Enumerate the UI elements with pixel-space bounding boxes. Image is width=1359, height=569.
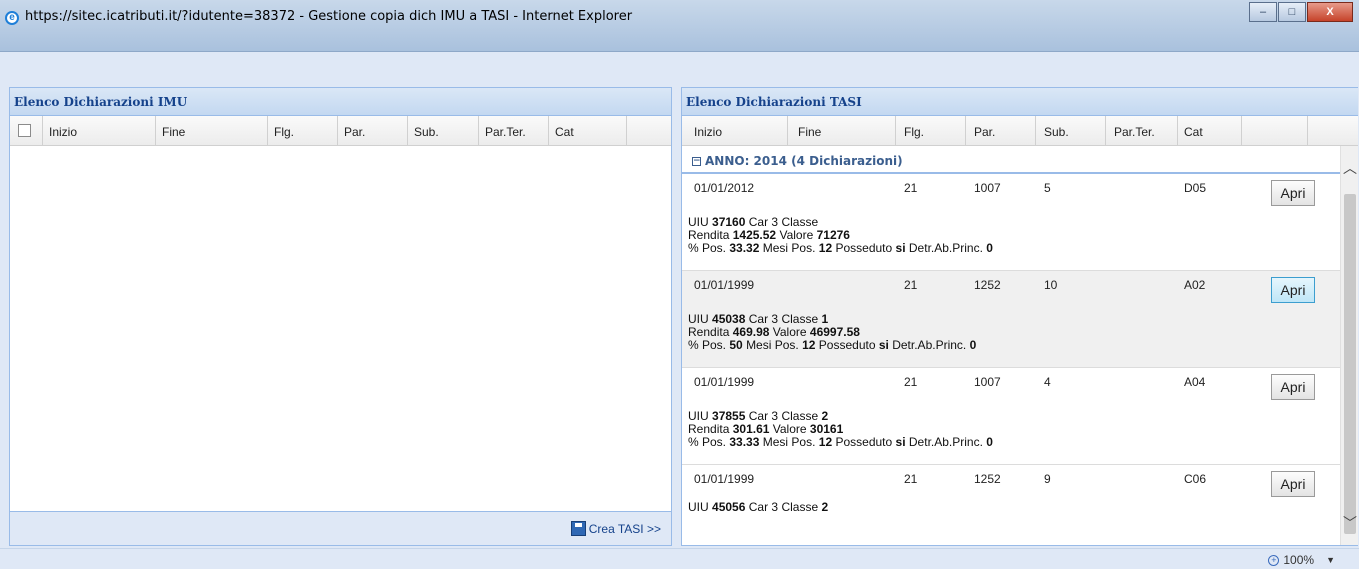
- cell-inizio: 01/01/1999: [694, 472, 755, 486]
- close-button[interactable]: X: [1307, 2, 1353, 22]
- cell-cat: A02: [1184, 278, 1206, 292]
- detail-line-3: % Pos. 33.32 Mesi Pos. 12 Posseduto si D…: [688, 241, 993, 255]
- tasi-column-headers: Inizio Fine Flg. Par. Sub. Par.Ter. Cat: [682, 116, 1358, 146]
- imu-panel: Elenco Dichiarazioni IMU Inizio Fine Flg…: [9, 87, 672, 546]
- tasi-col-fine[interactable]: Fine: [788, 116, 896, 146]
- vertical-scrollbar[interactable]: ︿ ﹀: [1340, 146, 1358, 545]
- cell-flg: 21: [904, 375, 918, 389]
- zoom-control[interactable]: + 100% ▼: [1268, 553, 1335, 567]
- cell-flg: 21: [904, 278, 918, 292]
- status-bar: + 100% ▼: [0, 548, 1359, 569]
- imu-col-sub[interactable]: Sub.: [408, 116, 479, 146]
- tasi-panel: Elenco Dichiarazioni TASI Inizio Fine Fl…: [681, 87, 1358, 546]
- zoom-level: 100%: [1283, 553, 1315, 567]
- cell-sub: 10: [1044, 278, 1058, 292]
- cell-cat: C06: [1184, 472, 1207, 486]
- group-label: ANNO: 2014 (4 Dichiarazioni): [705, 154, 903, 168]
- record-details: UIU 45038 Car 3 Classe 1 Rendita 469.98 …: [688, 313, 976, 352]
- internet-explorer-icon: e: [5, 11, 19, 25]
- cell-inizio: 01/01/1999: [694, 375, 755, 389]
- cell-fine: [788, 174, 896, 204]
- imu-panel-footer: Crea TASI >>: [10, 511, 671, 545]
- record-details: UIU 37855 Car 3 Classe 2 Rendita 301.61 …: [688, 410, 993, 449]
- imu-grid-body: [10, 146, 671, 511]
- apri-button[interactable]: Apri: [1271, 374, 1315, 400]
- zoom-icon: +: [1268, 554, 1280, 566]
- tasi-col-parter[interactable]: Par.Ter.: [1106, 116, 1178, 146]
- chevron-down-icon[interactable]: ▼: [1326, 555, 1335, 565]
- window-title: https://sitec.icatributi.it/?idutente=38…: [25, 9, 633, 24]
- minimize-button[interactable]: –: [1249, 2, 1277, 22]
- detail-line-3: % Pos. 50 Mesi Pos. 12 Posseduto si Detr…: [688, 338, 977, 352]
- select-all-checkbox[interactable]: [18, 124, 31, 137]
- tasi-col-spacer: [1308, 116, 1358, 146]
- tasi-col-par[interactable]: Par.: [966, 116, 1036, 146]
- window-titlebar: e https://sitec.icatributi.it/?idutente=…: [0, 0, 1359, 52]
- imu-col-inizio[interactable]: Inizio: [43, 116, 156, 146]
- imu-panel-title: Elenco Dichiarazioni IMU: [10, 88, 671, 116]
- cell-fine: [788, 368, 896, 398]
- apri-button[interactable]: Apri: [1271, 277, 1315, 303]
- detail-line-1: UIU 45056 Car 3 Classe 2: [688, 500, 829, 514]
- cell-parter: [1106, 174, 1178, 204]
- imu-col-fine[interactable]: Fine: [156, 116, 268, 146]
- tasi-record[interactable]: 01/01/1999 21 1252 9 C06 Apri UIU 45056 …: [682, 465, 1358, 545]
- imu-column-headers: Inizio Fine Flg. Par. Sub. Par.Ter. Cat: [10, 116, 671, 146]
- tasi-col-sub[interactable]: Sub.: [1036, 116, 1106, 146]
- cell-par: 1007: [974, 181, 1001, 195]
- tasi-panel-title: Elenco Dichiarazioni TASI: [682, 88, 1358, 116]
- scroll-thumb[interactable]: [1344, 194, 1356, 534]
- cell-fine: [788, 271, 896, 301]
- imu-col-par[interactable]: Par.: [338, 116, 408, 146]
- window-controls: – □ X: [1248, 2, 1353, 22]
- scroll-up-icon[interactable]: ︿: [1343, 158, 1357, 178]
- group-header[interactable]: − ANNO: 2014 (4 Dichiarazioni): [682, 146, 1358, 174]
- cell-parter: [1106, 465, 1178, 495]
- collapse-icon[interactable]: −: [692, 157, 701, 166]
- tasi-record-row: 01/01/1999 21 1007 4 A04: [682, 368, 1242, 398]
- detail-line-3: % Pos. 33.33 Mesi Pos. 12 Posseduto si D…: [688, 435, 993, 449]
- scroll-down-icon[interactable]: ﹀: [1343, 513, 1357, 533]
- cell-sub: 9: [1044, 472, 1051, 486]
- apri-button[interactable]: Apri: [1271, 471, 1315, 497]
- cell-flg: 21: [904, 181, 918, 195]
- tasi-col-inizio[interactable]: Inizio: [682, 116, 788, 146]
- cell-par: 1252: [974, 472, 1001, 486]
- cell-fine: [788, 465, 896, 495]
- cell-par: 1252: [974, 278, 1001, 292]
- apri-button[interactable]: Apri: [1271, 180, 1315, 206]
- tasi-col-cat[interactable]: Cat: [1178, 116, 1242, 146]
- save-disk-icon: [570, 521, 586, 536]
- cell-flg: 21: [904, 472, 918, 486]
- cell-inizio: 01/01/1999: [694, 278, 755, 292]
- crea-tasi-button[interactable]: Crea TASI >>: [570, 521, 661, 536]
- maximize-button[interactable]: □: [1278, 2, 1306, 22]
- cell-par: 1007: [974, 375, 1001, 389]
- imu-col-cat[interactable]: Cat: [549, 116, 627, 146]
- imu-col-parter[interactable]: Par.Ter.: [479, 116, 549, 146]
- tasi-col-actions: [1242, 116, 1308, 146]
- cell-parter: [1106, 368, 1178, 398]
- crea-tasi-label: Crea TASI >>: [588, 521, 661, 536]
- cell-sub: 5: [1044, 181, 1051, 195]
- imu-col-spacer: [627, 116, 655, 146]
- tasi-record-row: 01/01/1999 21 1252 10 A02: [682, 271, 1242, 301]
- record-details: UIU 37160 Car 3 Classe Rendita 1425.52 V…: [688, 216, 993, 255]
- cell-cat: D05: [1184, 181, 1207, 195]
- tasi-record-row: 01/01/2012 21 1007 5 D05: [682, 174, 1242, 204]
- tasi-record[interactable]: 01/01/2012 21 1007 5 D05 Apri UIU 37160 …: [682, 174, 1358, 271]
- cell-inizio: 01/01/2012: [694, 181, 755, 195]
- tasi-record[interactable]: 01/01/1999 21 1007 4 A04 Apri UIU 37855 …: [682, 368, 1358, 465]
- record-details: UIU 45056 Car 3 Classe 2: [688, 501, 828, 514]
- select-all-column: [10, 116, 43, 146]
- tasi-record-row: 01/01/1999 21 1252 9 C06: [682, 465, 1242, 495]
- cell-sub: 4: [1044, 375, 1051, 389]
- toolbar-strip: [0, 52, 1359, 82]
- tasi-record[interactable]: 01/01/1999 21 1252 10 A02 Apri UIU 45038…: [682, 271, 1358, 368]
- tasi-grid-body: − ANNO: 2014 (4 Dichiarazioni) 01/01/2012…: [682, 146, 1358, 545]
- tasi-col-flg[interactable]: Flg.: [896, 116, 966, 146]
- imu-col-flg[interactable]: Flg.: [268, 116, 338, 146]
- cell-cat: A04: [1184, 375, 1206, 389]
- cell-parter: [1106, 271, 1178, 301]
